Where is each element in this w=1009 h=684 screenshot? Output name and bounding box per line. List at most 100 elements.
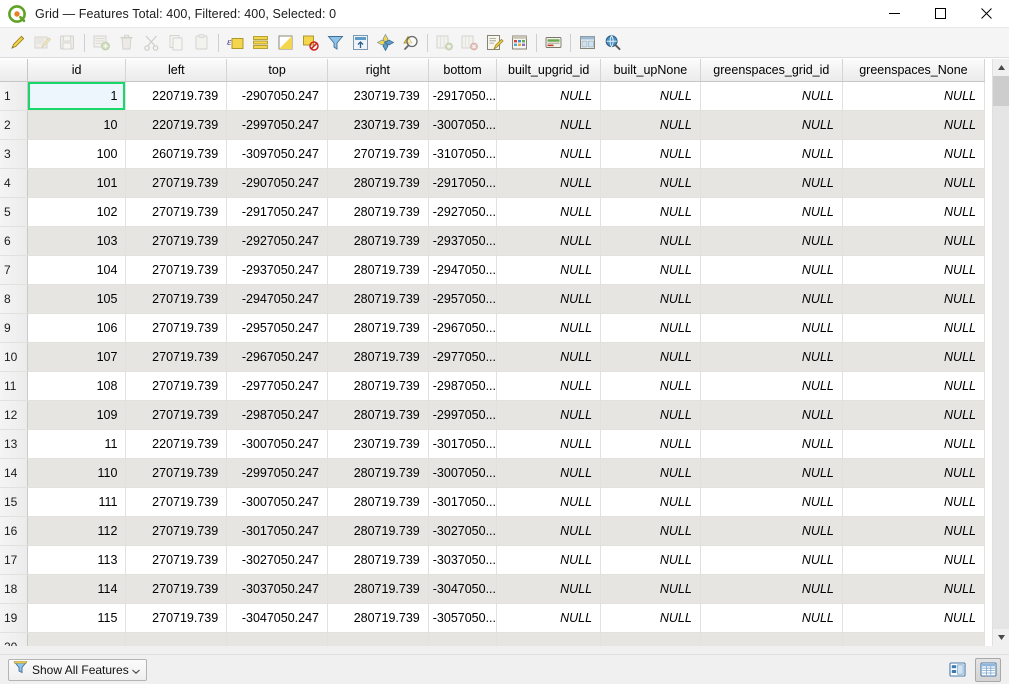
cell-greenspaces-none[interactable]: NULL: [842, 603, 986, 633]
open-field-calculator-icon[interactable]: [482, 30, 507, 55]
cell-right[interactable]: 280719.739: [327, 487, 429, 517]
minimize-button[interactable]: [871, 0, 917, 28]
horizontal-scrollbar[interactable]: [0, 646, 1009, 654]
row-header[interactable]: 18: [0, 574, 28, 604]
table-row[interactable]: 18 114 270719.739 -3037050.247 280719.739 -30…: [0, 574, 986, 604]
cell-id[interactable]: 108: [27, 371, 127, 401]
row-header[interactable]: 19: [0, 603, 28, 633]
cell-bottom[interactable]: -3027050....: [428, 516, 498, 546]
select-by-expression-icon[interactable]: ε: [223, 30, 248, 55]
cell-greenspaces-grid-id[interactable]: NULL: [700, 313, 843, 343]
cell-built-upnone[interactable]: NULL: [600, 110, 701, 140]
cell-bottom[interactable]: [428, 632, 498, 646]
cell-greenspaces-grid-id[interactable]: NULL: [700, 284, 843, 314]
table-row[interactable]: 11 108 270719.739 -2977050.247 280719.739 -29…: [0, 371, 986, 401]
cell-greenspaces-none[interactable]: NULL: [842, 342, 986, 372]
cell-id[interactable]: 115: [27, 603, 127, 633]
select-all-corner[interactable]: [0, 59, 28, 82]
row-header[interactable]: 1: [0, 81, 28, 111]
table-row[interactable]: 20: [0, 632, 986, 646]
table-row[interactable]: 12 109 270719.739 -2987050.247 280719.739 -29…: [0, 400, 986, 430]
cell-right[interactable]: 280719.739: [327, 226, 429, 256]
cell-top[interactable]: -3037050.247: [226, 574, 328, 604]
cell-built-upgrid-id[interactable]: NULL: [496, 255, 602, 285]
table-row[interactable]: 8 105 270719.739 -2947050.247 280719.739 -295…: [0, 284, 986, 314]
cell-built-upnone[interactable]: NULL: [600, 342, 701, 372]
cell-greenspaces-grid-id[interactable]: NULL: [700, 458, 843, 488]
table-row[interactable]: 1 1 220719.739 -2907050.247 230719.739 -29170…: [0, 81, 986, 111]
cell-bottom[interactable]: -2957050....: [428, 284, 498, 314]
cell-bottom[interactable]: -2987050....: [428, 371, 498, 401]
cell-top[interactable]: -2947050.247: [226, 284, 328, 314]
cell-built-upnone[interactable]: NULL: [600, 545, 701, 575]
table-row[interactable]: 15 111 270719.739 -3007050.247 280719.739 -30…: [0, 487, 986, 517]
cell-bottom[interactable]: -2917050....: [428, 168, 498, 198]
table-row[interactable]: 19 115 270719.739 -3047050.247 280719.739 -30…: [0, 603, 986, 633]
row-header[interactable]: 16: [0, 516, 28, 546]
cell-greenspaces-grid-id[interactable]: NULL: [700, 81, 843, 111]
vertical-scrollbar[interactable]: [992, 59, 1009, 646]
cell-built-upgrid-id[interactable]: NULL: [496, 516, 602, 546]
cell-built-upgrid-id[interactable]: NULL: [496, 284, 602, 314]
cell-greenspaces-none[interactable]: [842, 632, 986, 646]
cell-built-upgrid-id[interactable]: NULL: [496, 574, 602, 604]
cell-built-upnone[interactable]: NULL: [600, 284, 701, 314]
cell-right[interactable]: 230719.739: [327, 81, 429, 111]
show-all-features-button[interactable]: Show All Features: [8, 658, 147, 681]
column-header-built-upgrid-id[interactable]: built_upgrid_id: [496, 59, 602, 82]
cell-greenspaces-grid-id[interactable]: NULL: [700, 574, 843, 604]
cell-left[interactable]: 270719.739: [125, 516, 228, 546]
cell-top[interactable]: -2967050.247: [226, 342, 328, 372]
cell-top[interactable]: -2937050.247: [226, 255, 328, 285]
cell-built-upgrid-id[interactable]: NULL: [496, 458, 602, 488]
cell-right[interactable]: 280719.739: [327, 603, 429, 633]
row-header[interactable]: 10: [0, 342, 28, 372]
column-header-left[interactable]: left: [125, 59, 228, 82]
cell-greenspaces-none[interactable]: NULL: [842, 197, 986, 227]
cell-id[interactable]: 113: [27, 545, 127, 575]
cell-built-upgrid-id[interactable]: NULL: [496, 226, 602, 256]
scroll-down-icon[interactable]: [993, 629, 1009, 646]
cell-left[interactable]: 270719.739: [125, 487, 228, 517]
cell-built-upgrid-id[interactable]: NULL: [496, 168, 602, 198]
cell-greenspaces-none[interactable]: NULL: [842, 545, 986, 575]
cell-greenspaces-grid-id[interactable]: [700, 632, 843, 646]
column-header-greenspaces-grid-id[interactable]: greenspaces_grid_id: [700, 59, 843, 82]
cell-built-upgrid-id[interactable]: [496, 632, 602, 646]
cell-left[interactable]: 270719.739: [125, 400, 228, 430]
cell-built-upnone[interactable]: NULL: [600, 458, 701, 488]
cell-built-upgrid-id[interactable]: NULL: [496, 603, 602, 633]
cell-built-upnone[interactable]: NULL: [600, 603, 701, 633]
cell-top[interactable]: -3017050.247: [226, 516, 328, 546]
cell-greenspaces-grid-id[interactable]: NULL: [700, 516, 843, 546]
row-header[interactable]: 4: [0, 168, 28, 198]
cell-bottom[interactable]: -3047050....: [428, 574, 498, 604]
cell-id[interactable]: 1: [27, 81, 127, 111]
cell-id[interactable]: 112: [27, 516, 127, 546]
pan-to-selected-icon[interactable]: [373, 30, 398, 55]
cell-right[interactable]: 280719.739: [327, 342, 429, 372]
actions-icon[interactable]: [575, 30, 600, 55]
row-header[interactable]: 3: [0, 139, 28, 169]
cell-top[interactable]: -3007050.247: [226, 429, 328, 459]
cell-greenspaces-none[interactable]: NULL: [842, 168, 986, 198]
cell-left[interactable]: 270719.739: [125, 342, 228, 372]
cell-greenspaces-none[interactable]: NULL: [842, 81, 986, 111]
cell-left[interactable]: 270719.739: [125, 371, 228, 401]
column-header-top[interactable]: top: [226, 59, 328, 82]
cell-left[interactable]: 220719.739: [125, 429, 228, 459]
cell-built-upgrid-id[interactable]: NULL: [496, 545, 602, 575]
cell-greenspaces-grid-id[interactable]: NULL: [700, 197, 843, 227]
cell-id[interactable]: 11: [27, 429, 127, 459]
cell-greenspaces-grid-id[interactable]: NULL: [700, 255, 843, 285]
cell-built-upnone[interactable]: NULL: [600, 168, 701, 198]
cell-built-upnone[interactable]: NULL: [600, 400, 701, 430]
cell-top[interactable]: -3047050.247: [226, 603, 328, 633]
cell-greenspaces-grid-id[interactable]: NULL: [700, 429, 843, 459]
cell-built-upnone[interactable]: NULL: [600, 516, 701, 546]
cell-built-upnone[interactable]: NULL: [600, 371, 701, 401]
invert-selection-icon[interactable]: [273, 30, 298, 55]
cell-greenspaces-grid-id[interactable]: NULL: [700, 168, 843, 198]
cell-greenspaces-grid-id[interactable]: NULL: [700, 400, 843, 430]
cell-id[interactable]: 114: [27, 574, 127, 604]
